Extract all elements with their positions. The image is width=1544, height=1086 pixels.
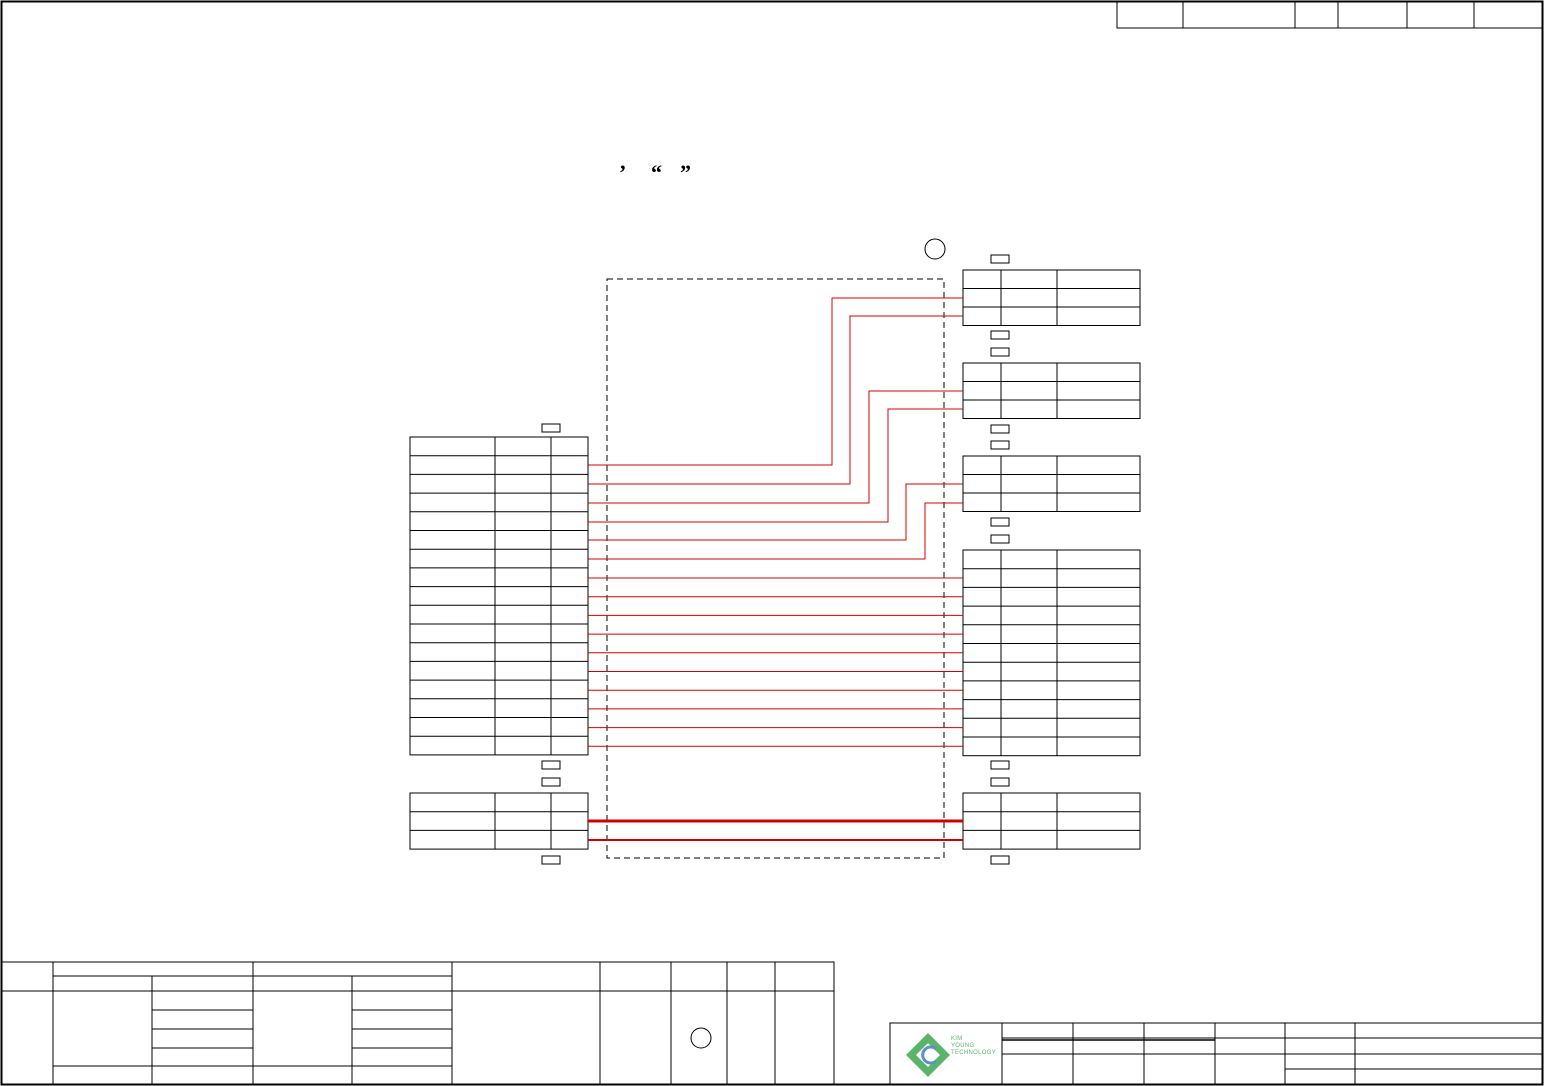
wire-routed-2 [588,315,963,485]
left-connector-main [409,436,589,756]
right-connector-4 [962,549,1141,757]
left-connector-power [409,792,589,850]
harness-boundary [606,278,945,859]
quote-mark-open: “ [651,160,662,185]
wire-routed-5 [588,483,963,541]
right-tag-rc4-bottom [990,760,1010,770]
right-tag-rc5-top [990,777,1010,787]
left-main-tag-bottom [541,760,561,770]
logo-line-3: TECHNOLOGY [951,1050,997,1056]
left-main-tag-top [541,423,561,433]
right-connector-3 [962,455,1141,512]
reference-circle [924,238,946,260]
company-logo-text: KIM YOUNG TECHNOLOGY [951,1036,996,1057]
logo-line-2: YOUNG [951,1043,975,1049]
company-logo-mark [906,1033,950,1077]
wire-routed-3 [588,390,963,504]
logo-line-1: KIM [951,1036,963,1042]
wire-routed-6 [588,502,963,560]
approval-table [1,961,835,1085]
wiring-diagram-sheet [0,0,1544,1086]
wires [588,297,963,841]
right-connector-5 [962,792,1141,850]
right-tag-rc2-top [990,347,1010,357]
right-tag-rc3-bottom [990,517,1010,527]
right-tag-rc4-top [990,534,1010,544]
right-connector-2 [962,362,1141,419]
right-tag-rc3-top [990,440,1010,450]
sheet-border [0,0,1544,1086]
quote-mark-apostrophe: ’ [619,160,627,185]
connector-tables [409,269,1141,850]
quote-mark-close: ” [680,160,691,185]
right-connector-1 [962,269,1141,326]
right-tag-rc2-bottom [990,424,1010,434]
revision-table [1116,1,1543,29]
left-power-tag-top [541,777,561,787]
right-tag-rc1-top [990,254,1010,264]
right-tag-rc5-bottom [990,855,1010,865]
left-power-tag-bottom [541,855,561,865]
wire-routed-1 [588,297,963,466]
right-tag-rc1-bottom [990,330,1010,340]
